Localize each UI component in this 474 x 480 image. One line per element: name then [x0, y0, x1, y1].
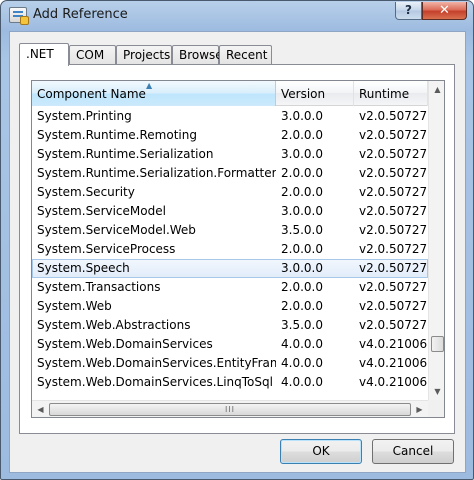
component-name-cell: System.Printing	[37, 109, 132, 123]
list-header: ▲ Component Name Version Runtime	[32, 81, 428, 106]
list-item[interactable]: System.Speech 3.0.0.0 v2.0.50727	[32, 259, 428, 278]
horizontal-scroll-thumb[interactable]: III	[49, 403, 411, 416]
component-name-cell: System.Transactions	[37, 280, 161, 294]
list-item[interactable]: System.Web 2.0.0.0 v2.0.50727	[32, 297, 428, 316]
version-cell: 2.0.0.0	[281, 185, 323, 199]
runtime-cell: v2.0.50727	[359, 280, 428, 294]
component-name-cell: System.Web	[37, 299, 112, 313]
runtime-cell: v2.0.50727	[359, 223, 428, 237]
window-title: Add Reference	[33, 7, 128, 22]
component-name-cell: System.ServiceProcess	[37, 242, 176, 256]
column-header-version[interactable]: Version	[276, 81, 354, 106]
version-cell: 3.0.0.0	[281, 147, 323, 161]
list-item[interactable]: System.Web.Abstractions 3.5.0.0 v2.0.50727	[32, 316, 428, 335]
help-button[interactable]: ?	[395, 2, 422, 20]
tab-net[interactable]: .NET	[19, 43, 69, 66]
list-item[interactable]: System.Security 2.0.0.0 v2.0.50727	[32, 183, 428, 202]
component-name-cell: System.ServiceModel	[37, 204, 166, 218]
runtime-cell: v2.0.50727	[359, 147, 428, 161]
column-label: Component Name	[37, 87, 146, 101]
component-name-cell: System.Web.DomainServices.EntityFramew..…	[37, 356, 276, 370]
runtime-cell: v4.0.21006	[359, 337, 428, 351]
version-cell: 3.0.0.0	[281, 109, 323, 123]
component-name-cell: System.Runtime.Serialization.Formatters.…	[37, 166, 276, 180]
component-name-cell: System.Runtime.Serialization	[37, 147, 214, 161]
scrollbar-corner	[428, 400, 444, 417]
column-header-component-name[interactable]: ▲ Component Name	[32, 81, 276, 106]
scroll-right-icon[interactable]: ▶	[411, 401, 428, 417]
runtime-cell: v2.0.50727	[359, 299, 428, 313]
component-name-cell: System.Speech	[37, 261, 130, 275]
runtime-cell: v4.0.21006	[359, 375, 428, 389]
component-name-cell: System.Web.DomainServices.LinqToSql	[37, 375, 273, 389]
list-item[interactable]: System.Runtime.Remoting 2.0.0.0 v2.0.50727	[32, 126, 428, 145]
list-item[interactable]: System.Printing 3.0.0.0 v2.0.50727	[32, 107, 428, 126]
version-cell: 2.0.0.0	[281, 299, 323, 313]
dialog-body: .NET COM Projects Browse Recent ▲ Compon…	[9, 31, 466, 473]
runtime-cell: v2.0.50727	[359, 128, 428, 142]
runtime-cell: v2.0.50727	[359, 261, 428, 275]
list-item[interactable]: System.Web.DomainServices 4.0.0.0 v4.0.210…	[32, 335, 428, 354]
version-cell: 2.0.0.0	[281, 128, 323, 142]
version-cell: 4.0.0.0	[281, 356, 323, 370]
component-name-cell: System.ServiceModel.Web	[37, 223, 196, 237]
sort-ascending-icon: ▲	[146, 81, 153, 90]
scroll-up-icon[interactable]: ▲	[429, 81, 444, 98]
ok-button[interactable]: OK	[280, 439, 362, 464]
tab-projects[interactable]: Projects	[116, 45, 172, 65]
component-name-cell: System.Web.Abstractions	[37, 318, 191, 332]
tab-recent[interactable]: Recent	[219, 45, 272, 65]
horizontal-scrollbar[interactable]: ◀ III ▶	[32, 400, 428, 417]
list-item[interactable]: System.ServiceModel 3.0.0.0 v2.0.50727	[32, 202, 428, 221]
component-name-cell: System.Web.DomainServices	[37, 337, 213, 351]
vertical-scrollbar[interactable]: ▲ ▼	[428, 81, 444, 400]
scroll-down-icon[interactable]: ▼	[429, 383, 444, 400]
close-button[interactable]: ✕	[422, 2, 467, 20]
version-cell: 2.0.0.0	[281, 280, 323, 294]
list-item[interactable]: System.ServiceProcess 2.0.0.0 v2.0.50727	[32, 240, 428, 259]
scroll-left-icon[interactable]: ◀	[32, 401, 49, 417]
version-cell: 2.0.0.0	[281, 242, 323, 256]
runtime-cell: v2.0.50727	[359, 109, 428, 123]
column-header-runtime[interactable]: Runtime	[354, 81, 428, 106]
runtime-cell: v4.0.21006	[359, 356, 428, 370]
version-cell: 4.0.0.0	[281, 337, 323, 351]
tab-browse[interactable]: Browse	[172, 45, 223, 65]
version-cell: 2.0.0.0	[281, 166, 323, 180]
runtime-cell: v2.0.50727	[359, 166, 428, 180]
component-name-cell: System.Security	[37, 185, 135, 199]
list-item[interactable]: System.Web.DomainServices.EntityFramew..…	[32, 354, 428, 373]
version-cell: 3.5.0.0	[281, 223, 323, 237]
tab-panel-net: ▲ Component Name Version Runtime System.…	[19, 64, 455, 434]
add-reference-icon	[9, 7, 29, 25]
version-cell: 3.5.0.0	[281, 318, 323, 332]
component-list[interactable]: ▲ Component Name Version Runtime System.…	[31, 80, 445, 418]
list-item[interactable]: System.ServiceModel.Web 3.5.0.0 v2.0.50727	[32, 221, 428, 240]
runtime-cell: v2.0.50727	[359, 185, 428, 199]
runtime-cell: v2.0.50727	[359, 204, 428, 218]
cancel-button[interactable]: Cancel	[372, 439, 454, 464]
list-item[interactable]: System.Runtime.Serialization 3.0.0.0 v2.0.…	[32, 145, 428, 164]
list-item[interactable]: System.Transactions 2.0.0.0 v2.0.50727	[32, 278, 428, 297]
list-item[interactable]: System.Web.DomainServices.LinqToSql 4.0.0…	[32, 373, 428, 392]
runtime-cell: v2.0.50727	[359, 242, 428, 256]
list-item[interactable]: System.Runtime.Serialization.Formatters.…	[32, 164, 428, 183]
runtime-cell: v2.0.50727	[359, 318, 428, 332]
list-rows: System.Printing 3.0.0.0 v2.0.50727 System.R…	[32, 107, 428, 392]
version-cell: 3.0.0.0	[281, 204, 323, 218]
component-name-cell: System.Runtime.Remoting	[37, 128, 197, 142]
tab-com[interactable]: COM	[69, 45, 116, 65]
add-reference-dialog: Add Reference ? ✕ .NET COM Projects Brow…	[0, 0, 474, 480]
vertical-scroll-thumb[interactable]	[431, 336, 444, 352]
version-cell: 4.0.0.0	[281, 375, 323, 389]
version-cell: 3.0.0.0	[281, 261, 323, 275]
